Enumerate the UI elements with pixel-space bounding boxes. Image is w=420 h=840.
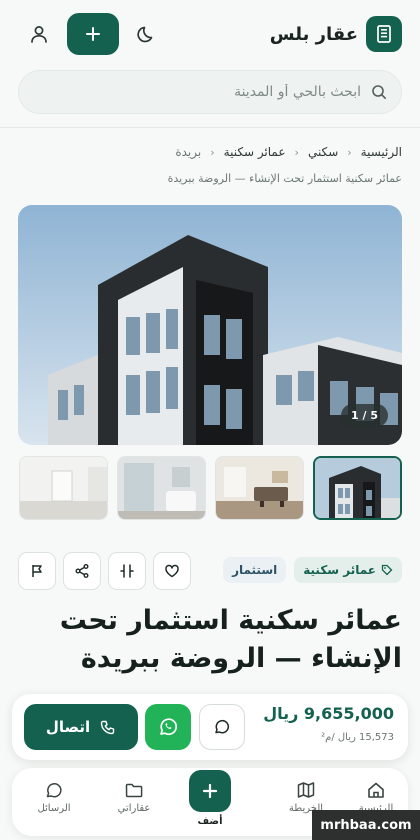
report-button[interactable] <box>18 552 56 590</box>
chevron-left-icon: ‹ <box>347 145 352 159</box>
contact-bar: 9,655,000 ريال 15,573 ريال /م² اتصال <box>12 694 408 760</box>
building-logo-icon <box>366 16 402 52</box>
photo-thumbnails <box>18 456 402 520</box>
profile-button[interactable] <box>25 20 53 48</box>
breadcrumb-home[interactable]: الرئيسية <box>361 145 402 159</box>
search-bar[interactable] <box>18 70 402 114</box>
share-button[interactable] <box>63 552 101 590</box>
price-per-meter: 15,573 ريال /م² <box>321 732 394 743</box>
thumbnail-4[interactable] <box>19 456 108 520</box>
compare-icon <box>120 564 134 578</box>
nav-home[interactable]: الرئيسية <box>346 780 406 814</box>
chat-bubble-icon <box>46 783 62 798</box>
folder-icon <box>125 783 143 798</box>
user-icon <box>31 26 47 43</box>
photo-counter: 1 / 5 <box>341 404 388 427</box>
home-icon <box>368 782 384 798</box>
listing-tags: عمائر سكنية استثمار <box>223 557 402 583</box>
flag-icon <box>32 565 42 577</box>
whatsapp-icon <box>160 718 178 736</box>
breadcrumb-residential[interactable]: سكني <box>308 145 338 159</box>
nav-my-properties-label: عقاراتي <box>117 803 151 814</box>
dark-mode-toggle[interactable] <box>133 20 161 48</box>
brand[interactable]: عقار بلس <box>270 16 402 52</box>
chat-button[interactable] <box>199 704 245 750</box>
call-button-label: اتصال <box>45 718 91 736</box>
moon-icon <box>137 26 153 43</box>
heart-icon <box>165 564 179 578</box>
chat-bubble-icon <box>215 719 230 734</box>
phone-icon <box>100 720 115 735</box>
category-tag[interactable]: عمائر سكنية <box>294 557 402 583</box>
thumbnail-3[interactable] <box>117 456 206 520</box>
listing-actions <box>18 552 191 590</box>
nav-my-properties[interactable]: عقاراتي <box>104 780 164 814</box>
breadcrumb: الرئيسية ‹ سكني ‹ عمائر سكنية ‹ بريدة <box>175 145 402 159</box>
add-listing-button[interactable] <box>67 13 119 55</box>
nav-add-label: أضف <box>197 816 223 827</box>
watermark: mrhbaa.com <box>312 810 420 840</box>
listing-title: عمائر سكنية استثمار تحت الإنشاء — الروضة… <box>59 605 402 674</box>
plus-icon <box>202 783 218 799</box>
map-icon <box>297 782 315 798</box>
listing-price: 9,655,000 ريال <box>263 704 394 723</box>
app-header: عقار بلس <box>0 0 420 128</box>
nav-messages-label: الرسائل <box>37 803 71 814</box>
purpose-tag-label: استثمار <box>232 563 278 577</box>
empty-room-thumb <box>20 457 107 519</box>
chevron-left-icon: ‹ <box>210 145 215 159</box>
thumbnail-1[interactable] <box>313 456 402 520</box>
call-button[interactable]: اتصال <box>24 704 138 750</box>
building-thumb <box>315 458 400 518</box>
nav-map[interactable]: الخريطة <box>276 780 336 814</box>
nav-messages[interactable]: الرسائل <box>24 780 84 814</box>
whatsapp-button[interactable] <box>145 704 191 750</box>
chevron-left-icon: ‹ <box>294 145 299 159</box>
breadcrumb-city[interactable]: بريدة <box>175 145 201 159</box>
breadcrumb-listing-title: عمائر سكنية استثمار تحت الإنشاء — الروضة… <box>167 172 402 185</box>
tag-icon <box>381 564 393 576</box>
search-input[interactable] <box>33 84 361 100</box>
thumbnail-2[interactable] <box>215 456 304 520</box>
purpose-tag[interactable]: استثمار <box>223 557 287 583</box>
breadcrumb-category[interactable]: عمائر سكنية <box>224 145 286 159</box>
main-photo[interactable]: 1 / 5 <box>18 205 402 445</box>
living-room-thumb <box>216 457 303 519</box>
compare-button[interactable] <box>108 552 146 590</box>
share-icon <box>75 564 89 578</box>
bathroom-thumb <box>118 457 205 519</box>
app-name: عقار بلس <box>269 23 358 45</box>
search-icon <box>372 85 386 99</box>
nav-add-button[interactable] <box>189 770 231 812</box>
plus-icon <box>86 27 100 41</box>
category-tag-label: عمائر سكنية <box>303 563 376 577</box>
favorite-button[interactable] <box>153 552 191 590</box>
